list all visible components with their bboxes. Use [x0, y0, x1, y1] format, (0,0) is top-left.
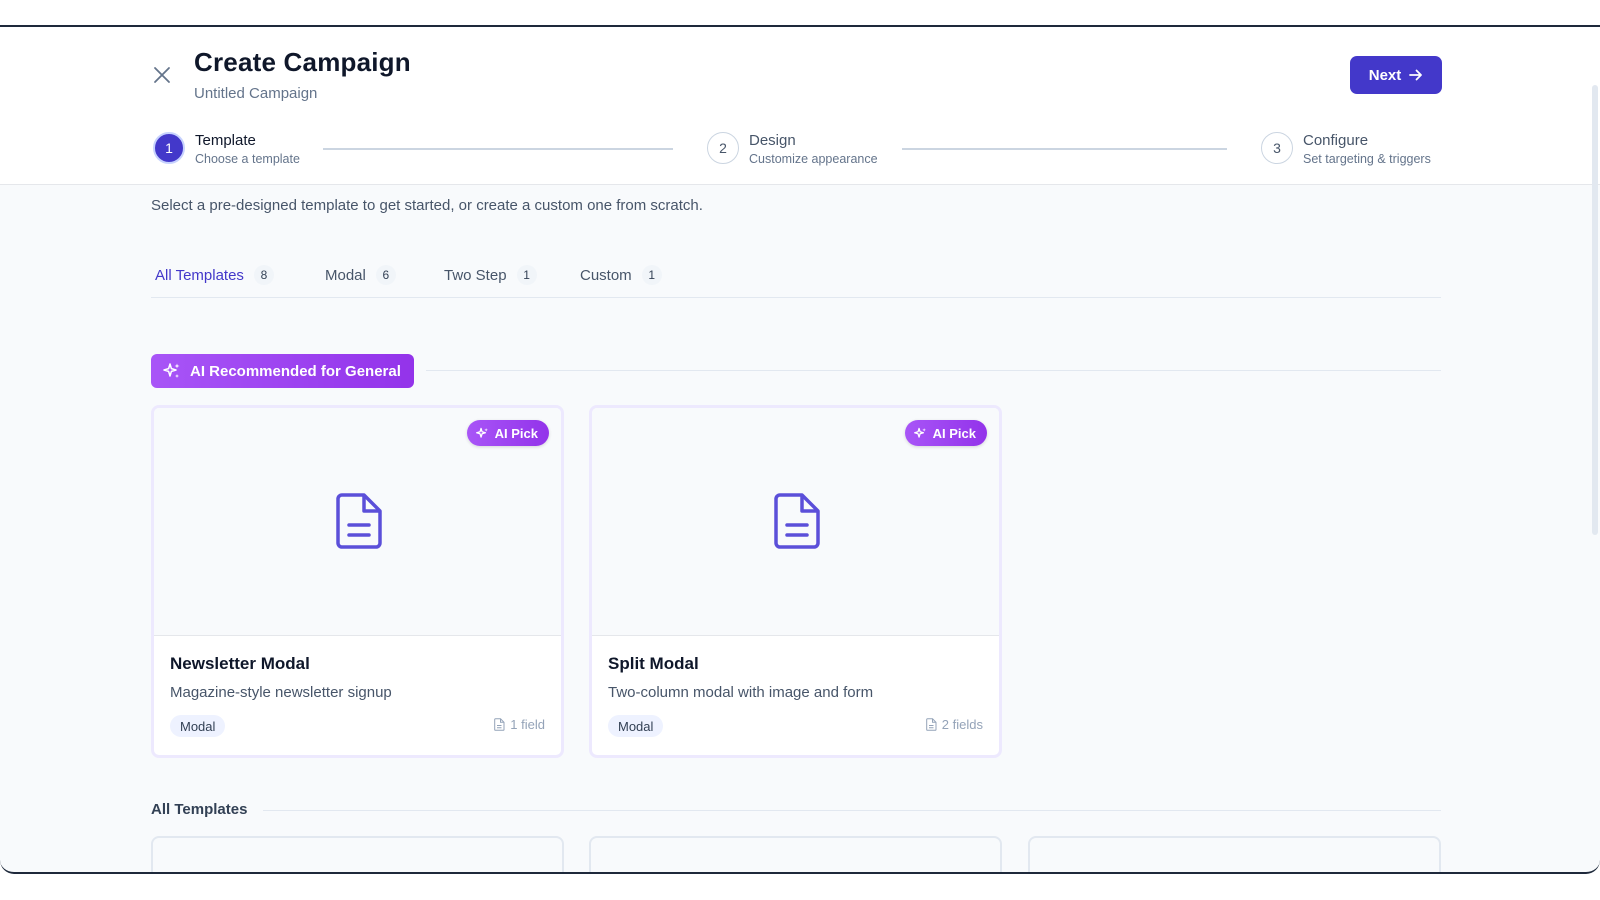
field-count-label: 1 field	[510, 717, 545, 732]
field-count: 1 field	[494, 717, 545, 732]
tab-all-templates[interactable]: All Templates 8	[155, 252, 274, 298]
template-description: Magazine-style newsletter signup	[170, 684, 392, 701]
divider	[426, 370, 1441, 371]
step-label: Configure	[1303, 132, 1369, 149]
template-preview: AI Pick	[592, 408, 999, 636]
template-description: Two-column modal with image and form	[608, 684, 874, 701]
campaign-name: Untitled Campaign	[194, 85, 318, 102]
ai-pick-badge: AI Pick	[904, 420, 987, 446]
ai-recommended-badge: AI Recommended for General	[151, 354, 414, 388]
document-icon	[774, 493, 820, 549]
template-preview: AI Pick	[154, 408, 561, 636]
section-description: Select a pre-designed template to get st…	[151, 197, 703, 214]
top-strip	[0, 0, 1600, 25]
template-title: Newsletter Modal	[170, 654, 310, 673]
tab-label: Two Step	[444, 266, 507, 284]
tab-count: 1	[641, 265, 662, 285]
step-label: Template	[195, 132, 256, 149]
step-configure[interactable]: 3 Configure Set targeting & triggers	[1261, 132, 1431, 168]
all-templates-heading: All Templates	[151, 801, 248, 818]
step-number: 1	[153, 132, 185, 164]
tab-modal[interactable]: Modal 6	[325, 252, 396, 298]
step-label: Design	[749, 132, 796, 149]
file-icon	[925, 718, 937, 731]
tab-label: Custom	[580, 266, 632, 284]
template-type-tag: Modal	[170, 715, 226, 737]
template-card-split-modal[interactable]: AI Pick Split Modal Two-column modal wit…	[589, 405, 1002, 758]
template-title: Split Modal	[608, 654, 699, 673]
ai-pick-badge: AI Pick	[466, 420, 549, 446]
step-connector	[902, 148, 1227, 150]
step-desc: Choose a template	[195, 152, 300, 166]
next-button-label: Next	[1368, 66, 1402, 84]
file-icon	[494, 718, 505, 731]
dialog-header: Create Campaign Untitled Campaign Next 1…	[0, 27, 1600, 185]
template-type-tag: Modal	[608, 715, 664, 737]
sparkles-icon	[475, 427, 488, 438]
tab-two-step[interactable]: Two Step 1	[444, 252, 537, 298]
template-content: Select a pre-designed template to get st…	[0, 186, 1600, 872]
template-card[interactable]	[151, 836, 564, 872]
step-template[interactable]: 1 Template Choose a template	[153, 132, 300, 168]
tab-count: 1	[516, 265, 537, 285]
tab-label: Modal	[325, 266, 366, 284]
sparkles-icon	[913, 427, 926, 438]
template-tabs: All Templates 8 Modal 6 Two Step 1 Custo…	[151, 252, 1441, 298]
template-card[interactable]	[1028, 836, 1441, 872]
template-card-newsletter[interactable]: AI Pick Newsletter Modal Magazine-style …	[151, 405, 564, 758]
step-design[interactable]: 2 Design Customize appearance	[707, 132, 878, 168]
tab-count: 8	[253, 265, 274, 285]
close-icon	[154, 67, 170, 83]
sparkles-icon	[163, 363, 180, 378]
template-card[interactable]	[589, 836, 1002, 872]
step-desc: Set targeting & triggers	[1303, 152, 1431, 166]
scrollbar[interactable]	[1592, 85, 1598, 535]
tab-label: All Templates	[155, 266, 244, 284]
ai-pick-label: AI Pick	[932, 425, 976, 441]
step-number: 2	[707, 132, 739, 164]
step-desc: Customize appearance	[749, 152, 878, 166]
ai-pick-label: AI Pick	[494, 425, 538, 441]
step-number: 3	[1261, 132, 1293, 164]
divider	[263, 810, 1441, 811]
document-icon	[336, 493, 382, 549]
arrow-right-icon	[1409, 69, 1423, 81]
tab-custom[interactable]: Custom 1	[580, 252, 662, 298]
step-connector	[323, 148, 673, 150]
campaign-dialog: Create Campaign Untitled Campaign Next 1…	[0, 25, 1600, 874]
field-count: 2 fields	[925, 717, 983, 732]
page-title: Create Campaign	[194, 47, 411, 77]
field-count-label: 2 fields	[941, 717, 983, 732]
next-button[interactable]: Next	[1350, 56, 1442, 94]
close-button[interactable]	[150, 63, 174, 87]
ai-banner-label: AI Recommended for General	[190, 362, 401, 380]
tab-count: 6	[375, 265, 396, 285]
